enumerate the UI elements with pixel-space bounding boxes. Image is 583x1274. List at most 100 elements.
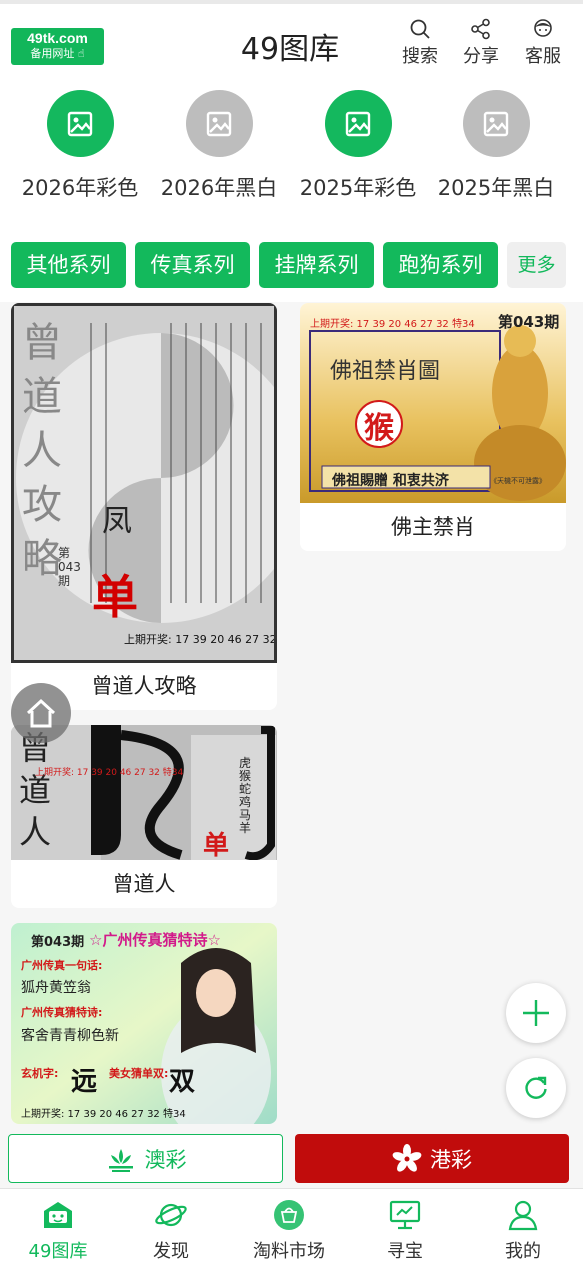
card-side-text: 虎猴蛇鸡马羊 bbox=[239, 756, 252, 835]
card-image: 曾道人攻略 凤 单 第043期 上期开奖: 17 39 20 46 27 32 … bbox=[11, 303, 277, 663]
planet-icon bbox=[155, 1203, 187, 1227]
search-icon bbox=[410, 19, 430, 39]
macau-lottery-button[interactable]: 澳彩 bbox=[8, 1134, 283, 1183]
tab-discover[interactable]: 发现 bbox=[113, 1199, 229, 1263]
card-header-text: 上期开奖: 17 39 20 46 27 32 特34 bbox=[310, 319, 475, 330]
quick-link-label: 2025年黑白 bbox=[437, 176, 555, 200]
refresh-icon bbox=[525, 1076, 547, 1099]
card-footer-text: 上期开奖: 17 39 20 46 27 32 特34 bbox=[21, 1109, 186, 1120]
logo-domain: 49tk.com bbox=[27, 30, 88, 46]
tab-mine[interactable]: 我的 bbox=[465, 1199, 581, 1263]
logo-sub: 备用网址 ☝ bbox=[11, 47, 104, 61]
card-line-4: 美女猜单双: bbox=[109, 1067, 169, 1080]
home-icon bbox=[26, 698, 56, 728]
series-button-other[interactable]: 其他系列 bbox=[11, 242, 126, 288]
home-gallery-icon bbox=[44, 1202, 72, 1228]
search-label: 搜索 bbox=[402, 46, 438, 67]
tab-label: 发现 bbox=[153, 1241, 189, 1262]
card-word-1: 远 bbox=[71, 1067, 98, 1097]
quick-link-2026-color[interactable]: 2026年彩色 bbox=[15, 90, 145, 202]
card-image: 曾道人 单 上期开奖: 17 39 20 46 27 32 特34 虎猴蛇鸡马羊 bbox=[11, 725, 277, 860]
card-image: 上期开奖: 17 39 20 46 27 32 特34 第043期 佛祖禁肖圖 … bbox=[300, 303, 566, 503]
share-label: 分享 bbox=[463, 46, 499, 67]
series-bar: 其他系列 传真系列 挂牌系列 跑狗系列 更多 bbox=[0, 228, 583, 302]
tab-market[interactable]: 淘料市场 bbox=[231, 1199, 347, 1263]
macau-lotus-icon bbox=[108, 1148, 133, 1172]
series-button-plaque[interactable]: 挂牌系列 bbox=[259, 242, 374, 288]
image-icon bbox=[46, 90, 114, 157]
page-title: 49图库 bbox=[240, 32, 340, 67]
user-icon bbox=[508, 1200, 538, 1231]
quick-link-2025-bw[interactable]: 2025年黑白 bbox=[431, 90, 561, 202]
card-word-2: 双 bbox=[169, 1067, 196, 1097]
hand-pointer-icon: ☝ bbox=[77, 47, 85, 60]
monitor-icon bbox=[389, 1200, 421, 1230]
card-red-char: 单 bbox=[203, 831, 230, 860]
card-caption: 曾道人 bbox=[112, 872, 176, 896]
card-issue: 第043期 bbox=[58, 546, 81, 588]
card-vertical-title: 曾道人攻略 bbox=[22, 320, 62, 582]
card-seal-text: 《天機不可泄露》 bbox=[490, 477, 546, 485]
card-footer-text: 上期开奖: 17 39 20 46 27 32 特34 bbox=[124, 633, 277, 646]
series-more-button[interactable]: 更多 bbox=[507, 242, 566, 288]
app: 49tk.com 备用网址 ☝ 49图库 搜索 分享 客服 2026年彩色 20… bbox=[0, 0, 583, 1274]
quick-link-label: 2026年彩色 bbox=[21, 176, 139, 200]
logo-badge[interactable]: 49tk.com 备用网址 ☝ bbox=[11, 28, 104, 65]
card-text-1: 狐舟黄笠翁 bbox=[21, 980, 91, 996]
series-button-fax[interactable]: 传真系列 bbox=[135, 242, 250, 288]
customer-service-label: 客服 bbox=[525, 46, 561, 67]
card-footer-text: 佛祖賜贈 和衷共济 bbox=[332, 473, 449, 489]
add-button[interactable] bbox=[506, 983, 566, 1043]
quick-link-label: 2025年彩色 bbox=[299, 176, 417, 200]
card-small-char: 凤 bbox=[102, 504, 132, 539]
card-inner-title: ☆广州传真猜特诗☆ bbox=[89, 931, 221, 949]
customer-service-icon bbox=[534, 19, 552, 37]
hk-lottery-button[interactable]: 港彩 bbox=[295, 1134, 569, 1183]
macau-lottery-label: 澳彩 bbox=[144, 1147, 187, 1172]
search-button[interactable]: 搜索 bbox=[390, 18, 450, 68]
card-caption: 佛主禁肖 bbox=[391, 515, 475, 539]
header: 49tk.com 备用网址 ☝ 49图库 搜索 分享 客服 2026年彩色 20… bbox=[0, 0, 583, 228]
gallery-card[interactable]: 曾道人 单 上期开奖: 17 39 20 46 27 32 特34 虎猴蛇鸡马羊… bbox=[11, 725, 277, 908]
tab-treasure[interactable]: 寻宝 bbox=[347, 1199, 463, 1263]
tab-label: 寻宝 bbox=[387, 1241, 423, 1262]
card-text-2: 客舍青青柳色新 bbox=[21, 1028, 119, 1044]
tab-label: 我的 bbox=[505, 1241, 541, 1262]
tab-label: 49图库 bbox=[28, 1241, 88, 1262]
tab-label: 淘料市场 bbox=[253, 1241, 325, 1262]
card-inner-title: 佛祖禁肖圖 bbox=[330, 359, 441, 384]
card-issue: 第043期 bbox=[498, 313, 560, 331]
quick-link-2026-bw[interactable]: 2026年黑白 bbox=[154, 90, 284, 202]
hk-lottery-label: 港彩 bbox=[430, 1147, 472, 1172]
plus-icon bbox=[523, 1000, 549, 1026]
image-icon bbox=[185, 90, 253, 157]
card-line-2: 广州传真猜特诗: bbox=[21, 1006, 103, 1019]
logo-sub-label: 备用网址 bbox=[30, 47, 75, 60]
shop-basket-icon bbox=[274, 1200, 304, 1230]
home-float-button[interactable] bbox=[11, 683, 71, 743]
tab-gallery[interactable]: 49图库 bbox=[0, 1199, 116, 1263]
card-red-char: 单 bbox=[92, 570, 138, 624]
quick-link-2025-color[interactable]: 2025年彩色 bbox=[293, 90, 423, 202]
image-icon bbox=[462, 90, 530, 157]
card-vertical-title: 曾道人 bbox=[19, 729, 52, 851]
customer-service-button[interactable]: 客服 bbox=[513, 18, 573, 68]
card-image-art bbox=[11, 923, 277, 1124]
gallery-card[interactable]: 上期开奖: 17 39 20 46 27 32 特34 第043期 佛祖禁肖圖 … bbox=[300, 303, 566, 551]
share-button[interactable]: 分享 bbox=[451, 18, 511, 68]
quick-link-label: 2026年黑白 bbox=[160, 176, 278, 200]
card-line-3: 玄机字: bbox=[21, 1067, 59, 1080]
card-header-text: 上期开奖: 17 39 20 46 27 32 特34 bbox=[35, 768, 184, 778]
card-red-char: 猴 bbox=[364, 411, 394, 446]
gallery-card[interactable]: 第043期 ☆广州传真猜特诗☆ 广州传真一句话: 狐舟黄笠翁 广州传真猜特诗: … bbox=[11, 923, 277, 1124]
card-image: 第043期 ☆广州传真猜特诗☆ 广州传真一句话: 狐舟黄笠翁 广州传真猜特诗: … bbox=[11, 923, 277, 1124]
refresh-button[interactable] bbox=[506, 1058, 566, 1118]
card-line-1: 广州传真一句话: bbox=[21, 959, 103, 972]
share-icon bbox=[471, 18, 490, 40]
gallery-card[interactable]: 曾道人攻略 凤 单 第043期 上期开奖: 17 39 20 46 27 32 … bbox=[11, 303, 277, 710]
card-issue: 第043期 bbox=[31, 935, 85, 950]
image-icon bbox=[324, 90, 392, 157]
hk-bauhinia-icon bbox=[392, 1143, 422, 1172]
series-button-racing-dog[interactable]: 跑狗系列 bbox=[383, 242, 498, 288]
bottom-tab-bar: 49图库 发现 淘料市场 寻宝 我的 bbox=[0, 1188, 583, 1274]
